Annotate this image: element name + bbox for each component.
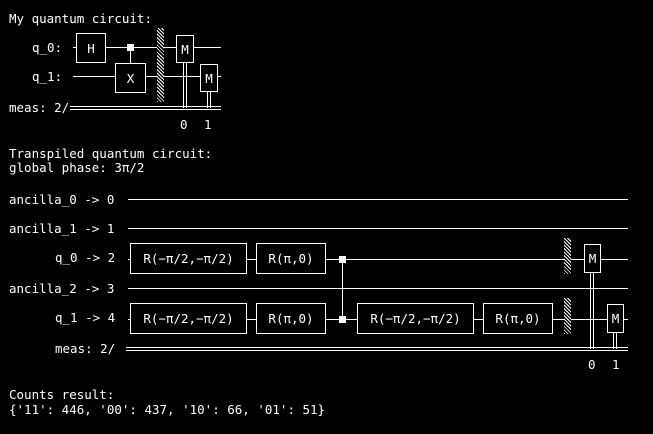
h-gate: H — [76, 33, 106, 63]
meas-index-1: 1 — [204, 117, 212, 132]
measure-1-line — [207, 91, 211, 108]
measure2-gate-0: M — [584, 244, 601, 273]
wire-label-q1-mapped: q_1 -> 4 — [55, 310, 116, 325]
r-gate-q1-2: R(π,0) — [256, 303, 326, 334]
terminal-output: My quantum circuit: q_0: q_1: meas: 2/ H… — [0, 0, 653, 434]
global-phase: global phase: 3π/2 — [9, 160, 145, 175]
circuit2-title: Transpiled quantum circuit: — [9, 146, 213, 161]
wire-label-q0-mapped: q_0 -> 2 — [55, 250, 116, 265]
wire-label-ancilla1: ancilla_1 -> 1 — [9, 221, 115, 236]
measure2-gate-1: M — [607, 304, 624, 333]
r-gate-q1-3: R(−π/2,−π/2) — [357, 303, 474, 334]
counts-title: Counts result: — [9, 387, 115, 402]
x-gate: X — [115, 63, 146, 93]
barrier-q1 — [564, 298, 571, 334]
barrier — [157, 28, 164, 102]
r-gate-q0-2: R(π,0) — [256, 243, 326, 274]
meas2-index-0: 0 — [588, 357, 596, 372]
qubit-wire-ancilla1 — [128, 228, 628, 229]
wire-label-meas2: meas: 2/ — [55, 341, 116, 356]
cz-connector — [342, 260, 343, 320]
measure2-1-line — [613, 333, 617, 349]
r-gate-q1-4: R(π,0) — [483, 303, 553, 334]
wire-label-q1: q_1: — [32, 69, 63, 84]
measure-0-line — [183, 62, 187, 108]
wire-label-ancilla0: ancilla_0 -> 0 — [9, 192, 115, 207]
classical-wire-meas2 — [126, 347, 628, 351]
measure-gate-0: M — [176, 35, 194, 63]
wire-label-q0: q_0: — [32, 40, 63, 55]
measure-gate-1: M — [200, 64, 218, 92]
cx-control-dot — [127, 44, 134, 51]
cz-dot-q1 — [339, 316, 346, 323]
classical-wire-meas — [70, 106, 221, 110]
barrier-q0 — [564, 238, 571, 274]
meas-index-0: 0 — [180, 117, 188, 132]
measure2-0-line — [590, 273, 594, 349]
meas2-index-1: 1 — [612, 357, 620, 372]
r-gate-q0-1: R(−π/2,−π/2) — [130, 243, 247, 274]
wire-label-ancilla2: ancilla_2 -> 3 — [9, 281, 115, 296]
qubit-wire-ancilla0 — [128, 199, 628, 200]
qubit-wire-q1 — [73, 76, 221, 77]
counts-value: {'11': 446, '00': 437, '10': 66, '01': 5… — [9, 402, 326, 417]
cz-dot-q0 — [339, 256, 346, 263]
r-gate-q1-1: R(−π/2,−π/2) — [130, 303, 247, 334]
qubit-wire-ancilla2 — [128, 288, 628, 289]
circuit1-title: My quantum circuit: — [9, 11, 152, 26]
wire-label-meas: meas: 2/ — [9, 100, 70, 115]
